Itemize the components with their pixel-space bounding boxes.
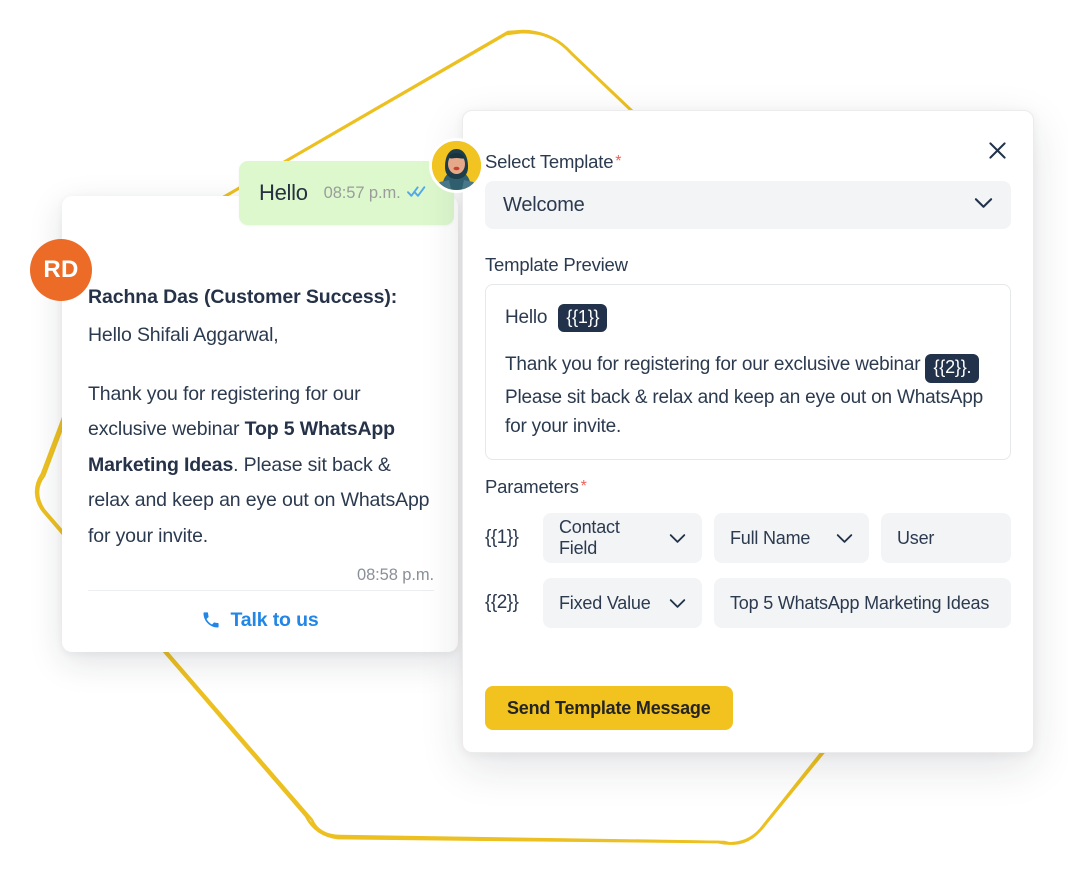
select-template-label-text: Select Template [485, 151, 614, 172]
parameter-source-value: Contact Field [559, 517, 620, 558]
preview-greeting: Hello [505, 307, 548, 328]
preview-paragraph: Thank you for registering for our exclus… [505, 350, 991, 441]
message-sender: Rachna Das (Customer Success): [88, 286, 398, 308]
template-message-panel: Select Template * Welcome Template Previe… [462, 110, 1034, 753]
card-divider [88, 590, 434, 591]
chat-message-card: Rachna Das (Customer Success): Hello Shi… [62, 196, 458, 652]
template-preview-box: Hello {{1}} Thank you for registering fo… [485, 284, 1011, 460]
bubble-meta: 08:57 p.m. [324, 184, 426, 203]
chevron-down-icon [669, 593, 686, 614]
template-select-dropdown[interactable]: Welcome [485, 181, 1011, 229]
preview-token-2: {{2}}. [925, 354, 980, 383]
phone-icon [201, 610, 221, 630]
preview-paragraph-part-2: Please sit back & relax and keep an eye … [505, 386, 984, 438]
send-template-message-button[interactable]: Send Template Message [485, 686, 733, 730]
bubble-timestamp: 08:57 p.m. [323, 183, 401, 202]
message-greeting: Hello Shifali Aggarwal, [88, 323, 279, 346]
chevron-down-icon [836, 528, 853, 549]
template-select-value: Welcome [503, 193, 585, 216]
preview-token-1: {{1}} [558, 303, 608, 332]
select-template-label: Select Template * [485, 151, 1011, 173]
screenshot-root: Rachna Das (Customer Success): Hello Shi… [0, 0, 1068, 874]
parameter-value-text: User [897, 527, 935, 548]
parameter-key: {{1}} [485, 527, 519, 548]
parameter-source-dropdown[interactable]: Contact Field [543, 513, 702, 563]
preview-paragraph-part-1: Thank you for registering for our exclus… [505, 354, 926, 376]
required-asterisk: * [615, 153, 622, 170]
parameter-field-dropdown[interactable]: Full Name [714, 513, 869, 563]
chevron-down-icon [974, 196, 993, 214]
talk-to-us-label: Talk to us [230, 608, 319, 631]
incoming-message-bubble: Hello 08:57 p.m. [239, 161, 454, 225]
parameters-label: Parameters * [485, 476, 1011, 498]
parameter-source-dropdown[interactable]: Fixed Value [543, 578, 702, 628]
parameter-value-input[interactable]: Top 5 WhatsApp Marketing Ideas [714, 578, 1011, 628]
parameter-row: {{1}} Contact Field Full Name User [485, 513, 1011, 563]
bubble-text: Hello [259, 180, 308, 205]
template-preview-label: Template Preview [485, 254, 628, 275]
parameters-label-text: Parameters [485, 476, 579, 497]
parameter-value-text: Top 5 WhatsApp Marketing Ideas [730, 592, 990, 613]
chat-message-content: Rachna Das (Customer Success): Hello Shi… [88, 286, 434, 585]
preview-line-1: Hello {{1}} [505, 303, 991, 332]
required-asterisk: * [580, 478, 587, 495]
message-timestamp: 08:58 p.m. [357, 566, 434, 585]
agent-avatar-initials: RD [43, 256, 79, 283]
double-check-icon [406, 184, 426, 203]
message-body: Thank you for registering for our exclus… [88, 377, 434, 554]
parameter-field-value: Full Name [730, 527, 811, 548]
talk-to-us-button[interactable]: Talk to us [62, 600, 458, 640]
parameter-source-value: Fixed Value [559, 592, 651, 613]
parameter-key: {{2}} [485, 592, 519, 613]
parameter-value-input[interactable]: User [881, 513, 1011, 563]
agent-avatar: RD [30, 239, 92, 301]
chevron-down-icon [669, 528, 686, 549]
parameter-row: {{2}} Fixed Value Top 5 WhatsApp Marketi… [485, 578, 1011, 628]
contact-avatar [429, 138, 484, 193]
